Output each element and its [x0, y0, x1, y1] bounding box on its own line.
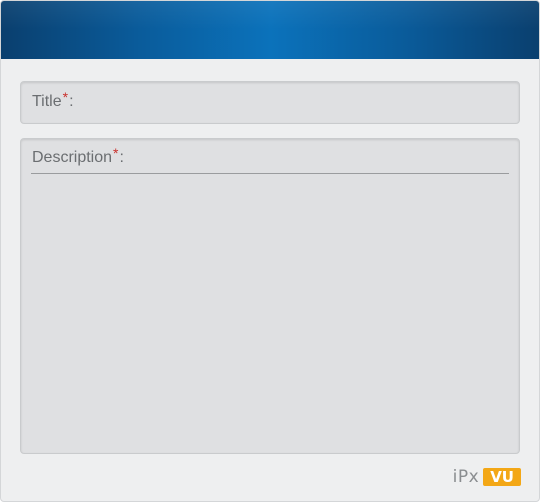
logo-vu-badge: VU — [483, 468, 521, 486]
description-label-text: Description — [32, 149, 113, 166]
description-label: Description*: — [32, 145, 124, 167]
title-label: Title*: — [32, 89, 74, 111]
title-field[interactable]: Title*: — [20, 81, 520, 124]
ipx-vu-logo: iPx VU — [453, 467, 521, 487]
required-star: * — [113, 145, 119, 161]
title-label-text: Title — [32, 93, 62, 110]
label-colon: : — [119, 149, 124, 166]
description-field[interactable]: Description*: — [20, 138, 520, 454]
label-colon: : — [69, 93, 74, 110]
required-star: * — [62, 89, 69, 105]
form-window: Title*: Description*: iPx VU — [0, 0, 540, 502]
header-bar — [1, 1, 539, 59]
description-textarea[interactable] — [31, 177, 509, 445]
logo-ipx-text: iPx — [452, 467, 480, 487]
description-divider — [31, 173, 509, 174]
